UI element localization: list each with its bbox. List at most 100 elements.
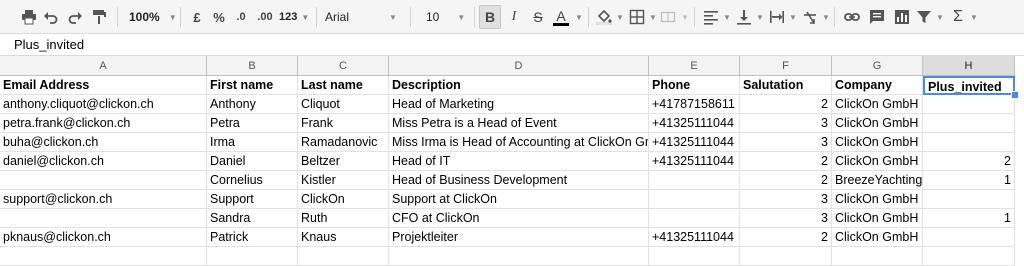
table-cell[interactable]: 3 — [740, 114, 832, 133]
table-cell[interactable]: BreezeYachting — [832, 171, 923, 190]
formula-bar-value[interactable]: Plus_invited — [14, 37, 84, 52]
table-cell[interactable]: Head of IT — [389, 152, 649, 171]
font-size-select[interactable]: 10 ▼ — [418, 5, 468, 29]
column-header-e[interactable]: E — [649, 56, 740, 76]
table-cell[interactable]: anthony.cliquot@clickon.ch — [0, 95, 207, 114]
column-header-g[interactable]: G — [832, 56, 923, 76]
text-wrap-icon[interactable] — [766, 5, 788, 29]
table-cell[interactable] — [0, 171, 207, 190]
chevron-down-icon[interactable]: ▼ — [723, 13, 731, 22]
chevron-down-icon[interactable]: ▼ — [756, 13, 764, 22]
table-cell[interactable]: Irma — [207, 133, 298, 152]
formula-bar[interactable]: Plus_invited — [0, 34, 1024, 56]
table-cell[interactable]: 2 — [740, 228, 832, 247]
table-cell[interactable]: Cornelius — [207, 171, 298, 190]
table-cell[interactable]: ClickOn — [298, 190, 389, 209]
fill-color-icon[interactable] — [593, 5, 615, 29]
table-cell[interactable]: ClickOn GmbH — [832, 114, 923, 133]
insert-link-icon[interactable] — [841, 5, 863, 29]
table-cell[interactable]: ClickOn GmbH — [832, 190, 923, 209]
table-cell[interactable]: Cliquot — [298, 95, 389, 114]
table-cell[interactable] — [923, 114, 1015, 133]
table-cell[interactable] — [0, 247, 207, 266]
chevron-down-icon[interactable]: ▼ — [789, 13, 797, 22]
table-cell[interactable]: Sandra — [207, 209, 298, 228]
chevron-down-icon[interactable]: ▼ — [970, 13, 978, 22]
table-cell[interactable]: 2 — [740, 152, 832, 171]
table-cell[interactable] — [389, 247, 649, 266]
insert-chart-icon[interactable] — [891, 5, 913, 29]
text-color-button[interactable]: A — [550, 5, 572, 29]
align-left-icon[interactable] — [700, 5, 722, 29]
table-cell[interactable] — [923, 95, 1015, 114]
table-cell[interactable] — [923, 190, 1015, 209]
table-cell[interactable]: +41325111044 — [649, 114, 740, 133]
table-cell[interactable]: 2 — [740, 171, 832, 190]
table-cell[interactable]: ClickOn GmbH — [832, 133, 923, 152]
table-cell[interactable]: +41325111044 — [649, 228, 740, 247]
column-header-c[interactable]: C — [298, 56, 389, 76]
table-cell[interactable]: Beltzer — [298, 152, 389, 171]
table-cell[interactable]: Anthony — [207, 95, 298, 114]
table-cell[interactable]: 3 — [740, 209, 832, 228]
header-cell[interactable]: Company — [832, 76, 923, 95]
table-cell[interactable]: 1 — [923, 209, 1015, 228]
fill-handle[interactable] — [1011, 91, 1019, 99]
more-formats-select[interactable]: 123 ▼ — [279, 5, 313, 29]
header-cell[interactable]: Salutation — [740, 76, 832, 95]
filter-icon[interactable] — [913, 5, 935, 29]
functions-button[interactable]: Σ — [948, 5, 968, 29]
column-header-b[interactable]: B — [207, 56, 298, 76]
chevron-down-icon[interactable]: ▼ — [822, 13, 830, 22]
percent-format-button[interactable]: % — [210, 5, 228, 29]
table-cell[interactable]: Miss Irma is Head of Accounting at Click… — [389, 133, 649, 152]
column-header-d[interactable]: D — [389, 56, 649, 76]
table-cell[interactable]: Projektleiter — [389, 228, 649, 247]
column-header-f[interactable]: F — [740, 56, 832, 76]
table-cell[interactable]: Daniel — [207, 152, 298, 171]
zoom-select[interactable]: 100% ▼ — [124, 5, 177, 29]
column-header-h[interactable]: H — [923, 56, 1015, 76]
table-cell[interactable]: +41325111044 — [649, 152, 740, 171]
table-cell[interactable] — [0, 209, 207, 228]
header-cell[interactable]: First name — [207, 76, 298, 95]
vertical-align-icon[interactable] — [733, 5, 755, 29]
table-cell[interactable]: Support at ClickOn — [389, 190, 649, 209]
table-cell[interactable] — [649, 190, 740, 209]
borders-icon[interactable] — [626, 5, 648, 29]
table-cell[interactable]: Head of Business Development — [389, 171, 649, 190]
table-cell[interactable]: petra.frank@clickon.ch — [0, 114, 207, 133]
table-cell[interactable] — [832, 247, 923, 266]
table-cell[interactable]: Miss Petra is a Head of Event — [389, 114, 649, 133]
table-cell[interactable]: +41325111044 — [649, 133, 740, 152]
table-cell[interactable]: ClickOn GmbH — [832, 209, 923, 228]
chevron-down-icon[interactable]: ▼ — [681, 13, 689, 22]
strikethrough-button[interactable]: S — [527, 5, 549, 29]
table-cell[interactable]: support@clickon.ch — [0, 190, 207, 209]
table-cell[interactable] — [649, 247, 740, 266]
table-cell[interactable]: ClickOn GmbH — [832, 228, 923, 247]
chevron-down-icon[interactable]: ▼ — [616, 13, 624, 22]
table-cell[interactable]: 3 — [740, 190, 832, 209]
table-cell[interactable]: ClickOn GmbH — [832, 95, 923, 114]
chevron-down-icon[interactable]: ▼ — [649, 13, 657, 22]
header-cell[interactable]: Plus_invited — [923, 76, 1015, 95]
italic-button[interactable]: I — [503, 5, 525, 29]
table-cell[interactable]: 2 — [923, 152, 1015, 171]
table-cell[interactable]: Kistler — [298, 171, 389, 190]
table-cell[interactable]: 2 — [740, 95, 832, 114]
header-cell[interactable]: Email Address — [0, 76, 207, 95]
text-rotation-icon[interactable] — [799, 5, 821, 29]
undo-icon[interactable] — [40, 5, 62, 29]
table-cell[interactable]: Frank — [298, 114, 389, 133]
currency-format-button[interactable]: £ — [188, 5, 206, 29]
table-cell[interactable] — [923, 133, 1015, 152]
redo-icon[interactable] — [64, 5, 86, 29]
table-cell[interactable] — [649, 171, 740, 190]
table-cell[interactable] — [649, 209, 740, 228]
paint-format-icon[interactable] — [88, 5, 110, 29]
decrease-decimals-button[interactable]: .0 — [230, 5, 252, 29]
table-cell[interactable]: Knaus — [298, 228, 389, 247]
table-cell[interactable]: CFO at ClickOn — [389, 209, 649, 228]
table-cell[interactable]: Head of Marketing — [389, 95, 649, 114]
